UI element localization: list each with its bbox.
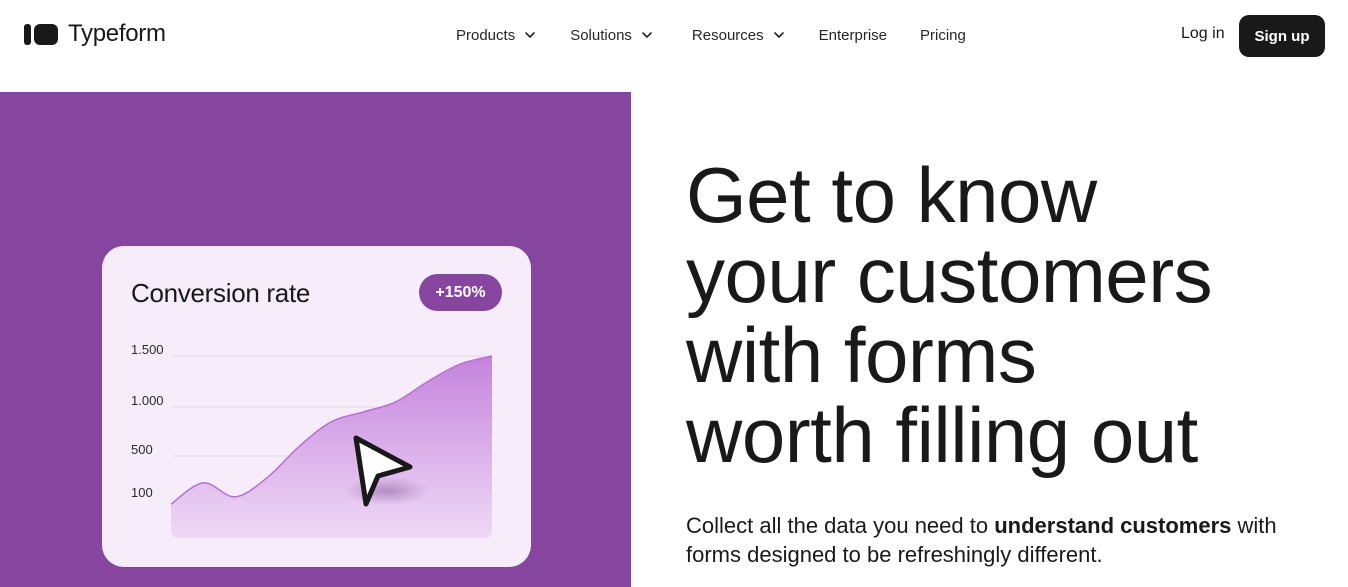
login-link[interactable]: Log in bbox=[1181, 25, 1225, 43]
headline-line: your customers bbox=[686, 231, 1213, 319]
signup-button[interactable]: Sign up bbox=[1239, 15, 1325, 57]
site-header: Typeform Products Solutions Resources En… bbox=[0, 0, 1348, 70]
headline-line: Get to know bbox=[686, 151, 1097, 239]
nav-label: Solutions bbox=[570, 26, 632, 44]
chart-y-tick-label: 100 bbox=[131, 485, 153, 500]
nav-label: Enterprise bbox=[818, 26, 887, 44]
nav-item-pricing[interactable]: Pricing bbox=[920, 24, 966, 46]
chart-y-tick-label: 1.500 bbox=[131, 342, 164, 357]
nav-item-products[interactable]: Products bbox=[456, 24, 537, 46]
chart-y-tick-label: 1.000 bbox=[131, 393, 164, 408]
chevron-down-icon bbox=[525, 32, 536, 38]
chart-area-fill bbox=[171, 356, 492, 538]
typeform-logo-icon bbox=[24, 23, 58, 45]
headline-line: worth filling out bbox=[686, 391, 1198, 479]
chevron-down-icon bbox=[642, 32, 652, 38]
typeform-logo[interactable]: Typeform bbox=[24, 20, 166, 48]
nav-item-solutions[interactable]: Solutions bbox=[570, 24, 654, 46]
nav-label: Resources bbox=[691, 26, 764, 44]
headline-line: with forms bbox=[686, 311, 1037, 399]
subtext-bold: understand customers bbox=[994, 513, 1232, 538]
hero-illustration-panel: 1.500 1.000 500 100 Conversion rate +150% bbox=[0, 92, 631, 587]
cursor-shadow bbox=[345, 477, 429, 505]
nav-item-resources[interactable]: Resources bbox=[692, 24, 786, 46]
growth-badge: +150% bbox=[419, 274, 502, 311]
card-title: Conversion rate bbox=[131, 278, 311, 308]
nav-label: Pricing bbox=[920, 26, 966, 44]
hero-subtext: Collect all the data you need to underst… bbox=[686, 511, 1326, 569]
conversion-rate-card: 1.500 1.000 500 100 Conversion rate +150% bbox=[102, 246, 531, 567]
hero-headline: Get to know your customers with forms wo… bbox=[686, 155, 1326, 475]
main-nav: Products Solutions Resources Enterprise … bbox=[456, 24, 966, 46]
logo-text: Typeform bbox=[68, 20, 166, 47]
chart-y-tick-label: 500 bbox=[131, 442, 153, 457]
subtext-prefix: Collect all the data you need to bbox=[686, 513, 995, 538]
nav-label: Products bbox=[456, 26, 516, 44]
nav-item-enterprise[interactable]: Enterprise bbox=[819, 24, 887, 46]
chevron-down-icon bbox=[773, 32, 784, 38]
